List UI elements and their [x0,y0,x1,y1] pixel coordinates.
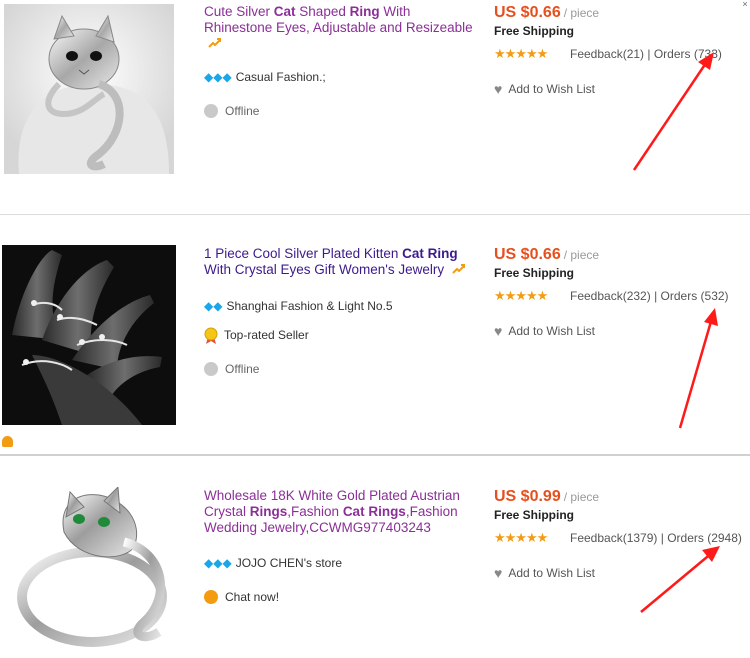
annotation-arrows [632,52,720,613]
red-arrow-icon [632,52,714,171]
red-arrow-icon [640,546,720,613]
close-icon[interactable]: × [740,0,750,8]
red-arrow-icon [678,308,718,429]
